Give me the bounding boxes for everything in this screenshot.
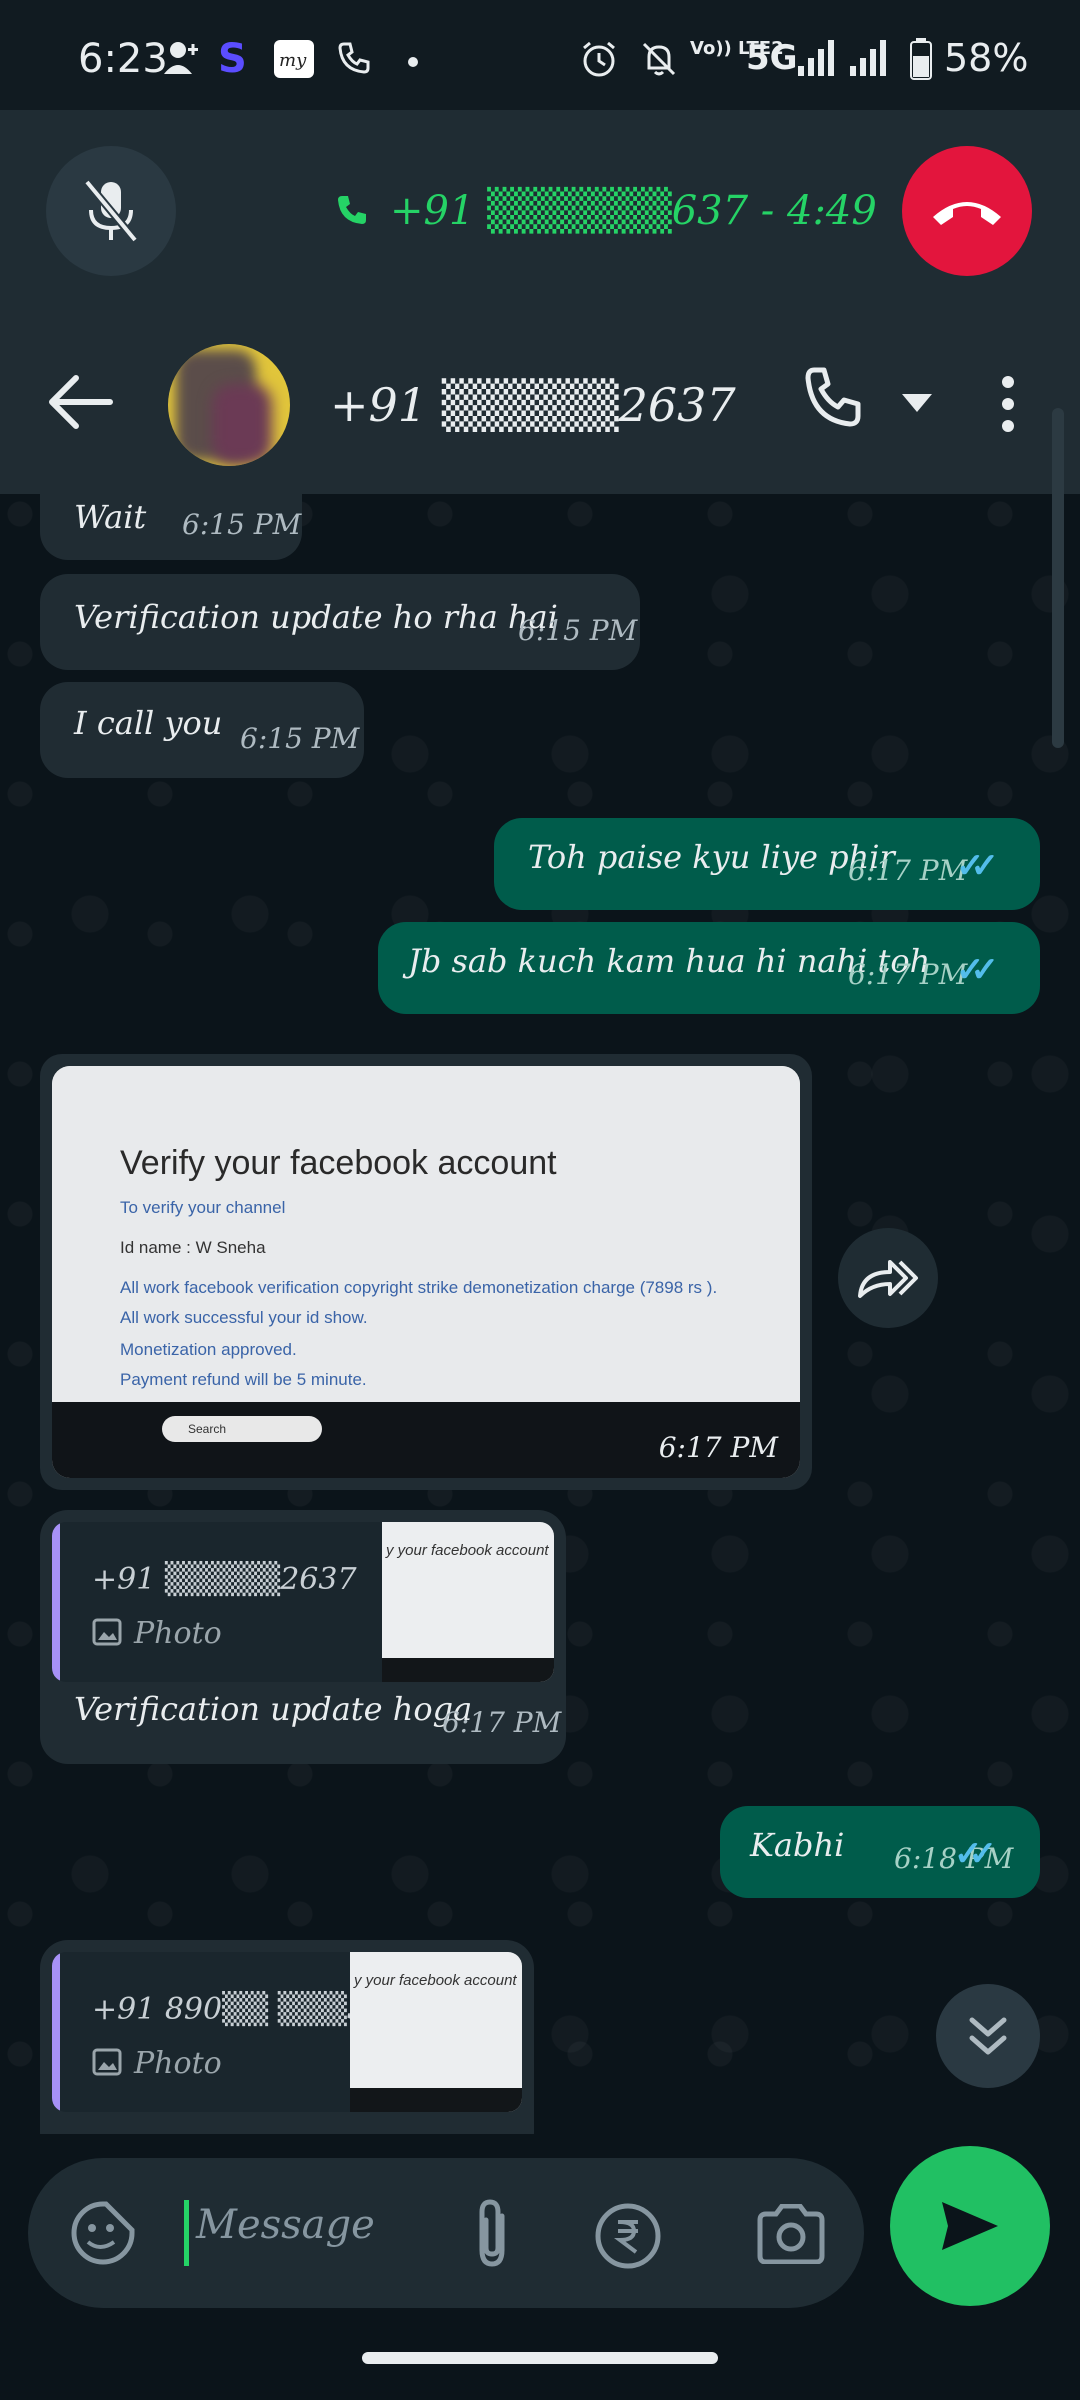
end-call-button[interactable] <box>902 146 1032 276</box>
message-text: Kabhi <box>750 1826 845 1864</box>
quoted-sender: +91 ▒▒▒▒▒2637 <box>92 1562 357 1597</box>
battery-icon <box>910 38 932 80</box>
double-chevron-down-icon <box>969 2017 1007 2055</box>
message-time: 6:15 PM <box>182 508 302 541</box>
photo-thumbnail[interactable]: Verify your facebook account To verify y… <box>52 1066 800 1478</box>
rupee-payment-icon[interactable] <box>594 2202 662 2270</box>
photo-bullet: Monetization approved. <box>120 1340 297 1359</box>
battery-percent: 58% <box>944 36 1029 80</box>
dot-icon <box>408 57 418 67</box>
quoted-thumbnail: y your facebook account <box>382 1522 554 1682</box>
mute-button[interactable] <box>46 146 176 276</box>
phone-icon <box>338 42 370 74</box>
reply-message[interactable]: +91 890▒▒ ▒▒▒37 Photo y your facebook ac… <box>40 1940 534 2134</box>
message-time: 6:17 PM <box>658 1431 778 1464</box>
message-time: 6:15 PM <box>518 614 638 647</box>
home-indicator[interactable] <box>362 2352 718 2364</box>
back-arrow-icon[interactable] <box>46 372 116 432</box>
message-time: 6:17 PM <box>442 1706 562 1739</box>
message-input[interactable]: Message <box>196 2202 375 2248</box>
send-button[interactable] <box>890 2146 1050 2306</box>
svg-text:my: my <box>279 50 307 71</box>
bell-off-icon <box>642 42 676 76</box>
network-label: 5G <box>746 38 798 78</box>
mic-off-icon <box>83 179 139 243</box>
photo-bullet: Payment refund will be 5 minute. <box>120 1370 367 1389</box>
quoted-thumbnail: y your facebook account <box>350 1952 522 2112</box>
hang-up-icon <box>933 202 1001 225</box>
message-outgoing[interactable]: Toh paise kyu liye phir 6:17 PM ✓✓ <box>494 818 1040 910</box>
add-person-icon <box>164 42 198 74</box>
send-icon <box>942 2202 998 2250</box>
message-text: Verification update hoga <box>74 1690 473 1728</box>
read-ticks-icon: ✓✓ <box>956 846 999 886</box>
message-time: 6:15 PM <box>240 722 360 755</box>
svg-text:S: S <box>218 38 247 78</box>
message-time: 6:17 PM <box>848 958 968 991</box>
thumb-title: y your facebook account <box>386 1542 549 1559</box>
status-bar: 6:23 S my Vo)) LTE2 5G 58% <box>0 0 1080 110</box>
my-app-icon: my <box>274 40 314 78</box>
read-ticks-icon: ✓✓ <box>956 950 999 990</box>
signal-icon-2 <box>850 40 886 76</box>
attach-icon[interactable] <box>468 2198 518 2270</box>
sticker-emoji-icon[interactable] <box>70 2200 136 2266</box>
reply-message[interactable]: +91 ▒▒▒▒▒2637 Photo y your facebook acco… <box>40 1510 566 1764</box>
call-phone-icon <box>338 196 366 224</box>
forward-button[interactable] <box>838 1228 938 1328</box>
chat-header: +91 ▒▒▒▒▒2637 <box>0 310 1080 496</box>
quoted-message[interactable]: +91 ▒▒▒▒▒2637 Photo y your facebook acco… <box>52 1522 554 1682</box>
photo-title-text: Verify your facebook account <box>120 1144 557 1182</box>
status-time: 6:23 <box>78 36 168 82</box>
chevron-down-icon[interactable] <box>902 394 932 412</box>
ongoing-call-banner[interactable]: +91 ▒▒▒▒▒▒637 - 4:49 <box>0 110 1080 310</box>
avatar[interactable] <box>168 344 290 466</box>
message-list[interactable]: Wait 6:15 PM Verification update ho rha … <box>0 494 1080 2134</box>
message-text: Verification update ho rha hai <box>74 598 558 636</box>
scroll-to-bottom-button[interactable] <box>936 1984 1040 2088</box>
photo-icon <box>92 2048 122 2076</box>
photo-subtitle-text: To verify your channel <box>120 1198 286 1217</box>
quoted-message[interactable]: +91 890▒▒ ▒▒▒37 Photo y your facebook ac… <box>52 1952 522 2112</box>
voice-call-icon[interactable] <box>804 366 868 430</box>
forward-icon <box>858 1260 918 1298</box>
message-outgoing[interactable]: Kabhi 6:18 PM ✓✓ <box>720 1806 1040 1898</box>
message-text: Wait <box>74 498 147 536</box>
message-text: Toh paise kyu liye phir <box>528 838 895 876</box>
message-incoming[interactable]: I call you 6:15 PM <box>40 682 364 778</box>
photo-bullet: All work successful your id show. <box>120 1308 368 1327</box>
signal-icon <box>798 40 834 76</box>
photo-taskbar-search: Search <box>162 1416 322 1442</box>
photo-icon <box>92 1618 122 1646</box>
message-outgoing[interactable]: Jb sab kuch kam hua hi nahi toh 6:17 PM … <box>378 922 1040 1014</box>
thumb-title: y your facebook account <box>354 1972 517 1989</box>
read-ticks-icon: ✓✓ <box>954 1834 997 1874</box>
quoted-sender: +91 890▒▒ ▒▒▒37 <box>92 1992 386 2027</box>
message-incoming[interactable]: Verification update ho rha hai 6:15 PM <box>40 574 640 670</box>
message-incoming[interactable]: Wait 6:15 PM <box>40 494 302 560</box>
message-time: 6:17 PM <box>848 854 968 887</box>
scrollbar[interactable] <box>1052 408 1064 748</box>
camera-icon[interactable] <box>756 2204 826 2264</box>
alarm-icon <box>583 41 615 77</box>
s-app-icon: S <box>218 38 247 78</box>
photo-id-text: Id name : W Sneha <box>120 1238 266 1257</box>
message-composer[interactable]: Message <box>28 2158 864 2308</box>
message-text: I call you <box>74 704 223 742</box>
quoted-type: Photo <box>134 2046 222 2081</box>
more-options-icon[interactable] <box>996 374 1020 434</box>
contact-name[interactable]: +91 ▒▒▒▒▒2637 <box>330 378 736 432</box>
quoted-type: Photo <box>134 1616 222 1651</box>
photo-bullet: All work facebook verification copyright… <box>120 1278 718 1297</box>
image-message[interactable]: Verify your facebook account To verify y… <box>40 1054 812 1490</box>
call-number-duration: +91 ▒▒▒▒▒▒637 - 4:49 <box>390 188 877 234</box>
text-cursor <box>184 2200 189 2266</box>
